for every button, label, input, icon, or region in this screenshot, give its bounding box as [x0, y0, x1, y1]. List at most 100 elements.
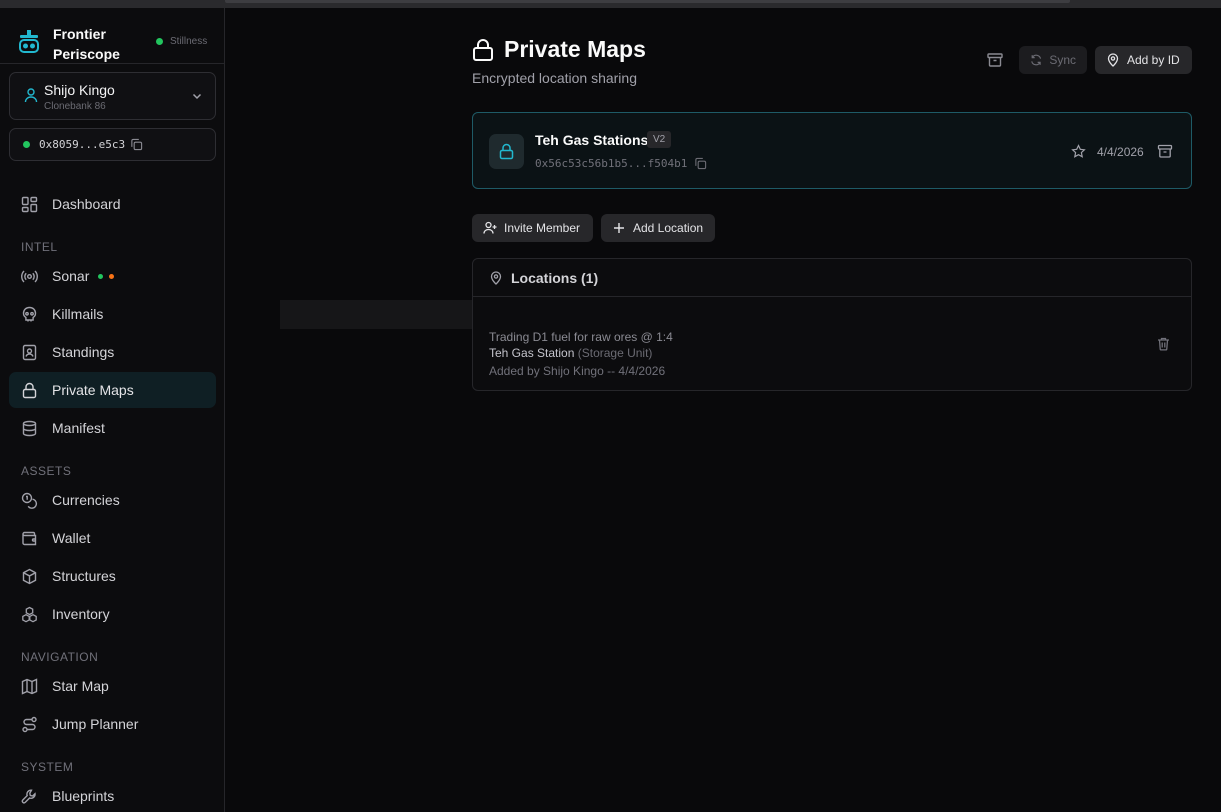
sidebar-item-label: Blueprints: [52, 788, 115, 804]
copy-icon[interactable]: [694, 157, 707, 170]
copy-icon[interactable]: [130, 138, 143, 151]
periscope-logo-icon: [19, 30, 39, 53]
sidebar-item-blueprints[interactable]: Blueprints: [9, 778, 216, 812]
refresh-icon: [1031, 54, 1042, 66]
user-selector[interactable]: Shijo Kingo Clonebank 86: [9, 72, 216, 120]
sidebar-item-label: Currencies: [52, 492, 120, 508]
chevron-down-icon: [192, 93, 202, 100]
server-status: Stillness: [156, 36, 207, 47]
skull-icon: [22, 306, 37, 321]
box-icon: [22, 568, 37, 584]
sidebar-item-wallet[interactable]: Wallet: [9, 520, 216, 556]
locations-header: Locations (1): [473, 259, 1191, 297]
section-label-assets: ASSETS: [21, 464, 72, 478]
sidebar-item-sonar[interactable]: Sonar: [9, 258, 216, 294]
coins-icon: [21, 492, 38, 509]
brand[interactable]: Frontier Periscope Stillness: [18, 16, 218, 62]
sidebar-item-inventory[interactable]: Inventory: [9, 596, 216, 632]
map-object-id: 0x56c53c56b1b5...f504b1: [535, 157, 707, 170]
sidebar-item-label: Standings: [52, 344, 115, 360]
sidebar: Frontier Periscope Stillness Shijo Kingo…: [0, 8, 225, 812]
map-date: 4/4/2026: [1097, 145, 1144, 159]
contact-icon: [22, 344, 37, 360]
sidebar-item-label: Killmails: [52, 306, 104, 322]
radio-icon: [21, 270, 38, 282]
sonar-indicators: [98, 273, 115, 279]
sidebar-item-label: Structures: [52, 568, 116, 584]
sync-button[interactable]: Sync: [1019, 46, 1087, 74]
location-name-text: Teh Gas Station: [489, 346, 575, 360]
sidebar-item-label: Wallet: [52, 530, 91, 546]
map-icon: [21, 677, 38, 695]
page-subtitle: Encrypted location sharing: [472, 70, 637, 86]
lock-icon: [499, 143, 514, 160]
connected-dot-icon: [23, 141, 30, 148]
archive-icon[interactable]: [1157, 143, 1173, 159]
locations-panel: Locations (1) Trading D1 fuel for raw or…: [472, 258, 1192, 391]
sidebar-item-label: Private Maps: [52, 382, 134, 398]
section-label-intel: INTEL: [21, 240, 58, 254]
add-by-id-label: Add by ID: [1127, 53, 1180, 67]
user-name: Shijo Kingo: [44, 82, 115, 98]
wrench-icon: [21, 789, 36, 804]
map-pin-icon: [1107, 53, 1119, 67]
user-subtitle: Clonebank 86: [44, 101, 106, 112]
sidebar-item-label: Dashboard: [52, 196, 121, 212]
location-added-by: Added by Shijo Kingo -- 4/4/2026: [489, 364, 666, 378]
sidebar-item-killmails[interactable]: Killmails: [9, 296, 216, 332]
database-icon: [22, 420, 37, 436]
map-version-badge: V2: [647, 131, 672, 148]
location-note: Trading D1 fuel for raw ores @ 1:4: [489, 330, 673, 344]
route-icon: [22, 716, 37, 732]
wallet-address: 0x8059...e5c3: [39, 138, 126, 151]
locations-header-text: Locations (1): [511, 269, 599, 286]
sidebar-item-label: Manifest: [52, 420, 105, 436]
add-location-button[interactable]: Add Location: [601, 214, 715, 242]
location-name: Teh Gas Station (Storage Unit): [489, 346, 652, 360]
sidebar-item-jump-planner[interactable]: Jump Planner: [9, 706, 216, 742]
star-icon[interactable]: [1071, 144, 1086, 159]
boxes-icon: [22, 606, 37, 622]
invite-member-button[interactable]: Invite Member: [472, 214, 593, 242]
sidebar-item-currencies[interactable]: Currencies: [9, 482, 216, 518]
dashboard-icon: [21, 196, 38, 212]
section-label-navigation: NAVIGATION: [21, 650, 99, 664]
server-status-label: Stillness: [170, 36, 208, 47]
add-location-label: Add Location: [633, 221, 704, 235]
plus-icon: [614, 223, 624, 233]
sidebar-item-label: Sonar: [52, 268, 90, 284]
map-card[interactable]: Teh Gas Stations V2 0x56c53c56b1b5...f50…: [472, 112, 1192, 189]
sonar-alert-dot-icon: [109, 273, 115, 279]
map-name: Teh Gas Stations: [535, 132, 649, 148]
section-label-system: SYSTEM: [21, 760, 74, 774]
user-icon: [24, 88, 38, 103]
add-by-id-button[interactable]: Add by ID: [1095, 46, 1192, 74]
window-drag-region[interactable]: [225, 0, 1070, 3]
divider: [0, 63, 224, 64]
user-plus-icon: [483, 221, 497, 234]
lock-icon: [22, 382, 37, 398]
map-pin-icon: [490, 270, 502, 285]
brand-name: Frontier Periscope: [53, 26, 120, 62]
lock-icon: [473, 38, 493, 61]
sidebar-item-dashboard[interactable]: Dashboard: [9, 186, 216, 222]
location-type: (Storage Unit): [577, 346, 653, 360]
sidebar-item-label: Jump Planner: [52, 716, 139, 732]
map-object-id-text: 0x56c53c56b1b5...f504b1: [535, 157, 688, 170]
wallet-address-box: 0x8059...e5c3: [9, 128, 216, 161]
trash-icon[interactable]: [1156, 336, 1171, 351]
sidebar-item-structures[interactable]: Structures: [9, 558, 216, 594]
wallet-icon: [22, 531, 37, 545]
sidebar-item-star-map[interactable]: Star Map: [9, 668, 216, 704]
page-title-text: Private Maps: [504, 36, 646, 62]
sidebar-item-manifest[interactable]: Manifest: [9, 410, 216, 446]
sidebar-item-label: Inventory: [52, 606, 110, 622]
invite-member-label: Invite Member: [504, 221, 581, 235]
window-top-bar: [0, 0, 1221, 8]
sidebar-item-standings[interactable]: Standings: [9, 334, 216, 370]
sidebar-item-label: Star Map: [52, 678, 109, 694]
sidebar-item-private-maps[interactable]: Private Maps: [9, 372, 216, 408]
sonar-active-dot-icon: [98, 273, 104, 279]
status-dot-icon: [156, 38, 163, 45]
archive-icon[interactable]: [985, 50, 1005, 70]
